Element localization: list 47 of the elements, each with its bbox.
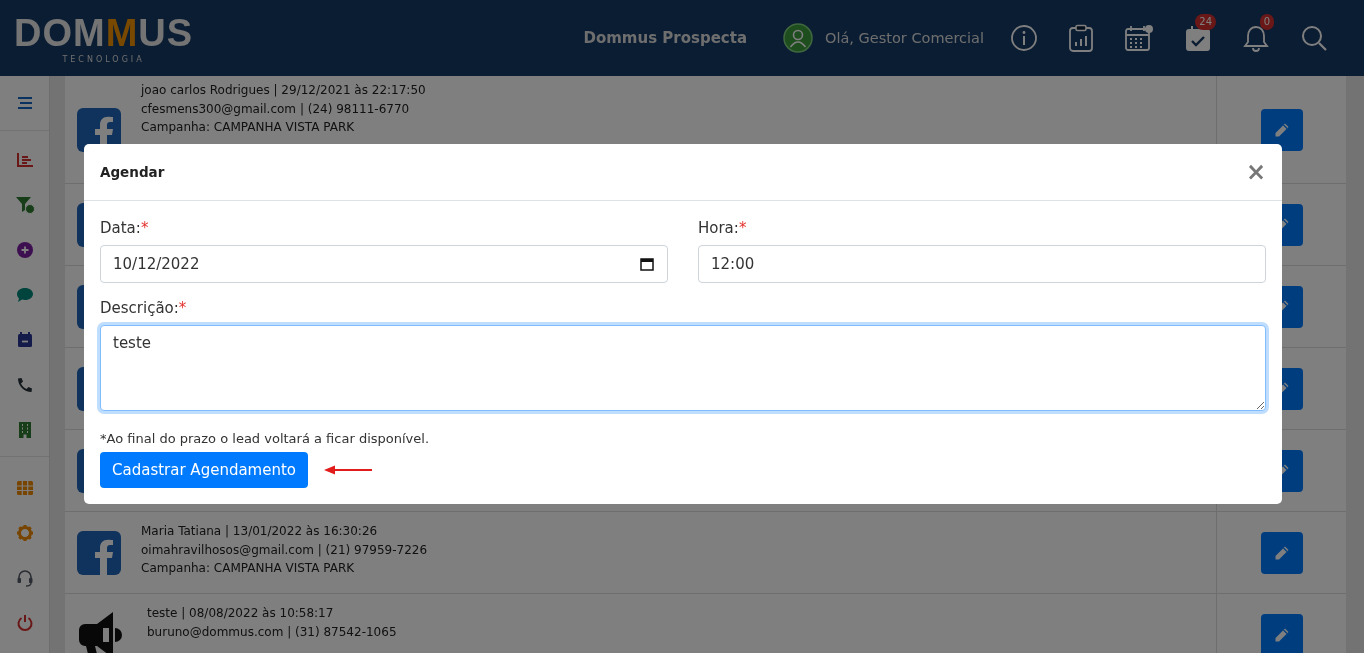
lead-info-text: oimahravilhosos@gmail.com | (21) 97959-7226 bbox=[141, 541, 428, 559]
headset-icon[interactable] bbox=[15, 568, 34, 587]
count-badge: 0 bbox=[1259, 14, 1274, 30]
field-label: Descrição:* bbox=[100, 299, 188, 317]
bar-chart-icon[interactable] bbox=[15, 151, 34, 168]
date-field[interactable]: 10/12/2022 bbox=[100, 245, 668, 283]
info-icon[interactable] bbox=[1010, 24, 1038, 52]
edit-button[interactable] bbox=[1260, 108, 1303, 151]
time-field[interactable]: 12:00 bbox=[698, 245, 1266, 283]
calendar-icon[interactable] bbox=[640, 257, 654, 271]
arrow-annotation bbox=[324, 465, 372, 475]
lead-info-text: cfesmens300@gmail.com | (24) 98111-6770 bbox=[141, 100, 411, 118]
building-icon[interactable] bbox=[17, 421, 32, 438]
calendar-check-icon[interactable] bbox=[1184, 24, 1212, 52]
logo[interactable]: DOMMUS TECNOLOGIA bbox=[14, 12, 194, 64]
field-label: Data:* bbox=[100, 219, 150, 237]
facebook-icon bbox=[77, 530, 121, 575]
add-icon[interactable] bbox=[16, 241, 33, 258]
description-field[interactable]: teste bbox=[100, 325, 1266, 411]
lead-info-text: buruno@dommus.com | (31) 87542-1065 bbox=[147, 623, 397, 641]
lead-info-text: Maria Tatiana | 13/01/2022 às 16:30:26 bbox=[141, 523, 379, 540]
submit-button[interactable]: Cadastrar Agendamento bbox=[100, 452, 308, 488]
pencil-icon bbox=[1273, 121, 1290, 138]
table-icon[interactable] bbox=[16, 480, 33, 495]
count-badge: 24 bbox=[1195, 14, 1216, 30]
chat-icon[interactable] bbox=[15, 286, 34, 303]
dialog-title: Agendar bbox=[100, 164, 165, 180]
bell-icon[interactable] bbox=[1242, 24, 1270, 52]
lead-info-text: joao carlos Rodrigues | 29/12/2021 às 22:17:50 bbox=[141, 82, 426, 99]
app-name: Dommus Prospecta bbox=[583, 29, 747, 47]
user-greeting: Olá, Gestor Comercial bbox=[825, 30, 984, 46]
clipboard-chart-icon[interactable] bbox=[1068, 24, 1094, 52]
phone-icon[interactable] bbox=[16, 376, 33, 393]
pencil-icon bbox=[1273, 544, 1290, 561]
menu-icon[interactable] bbox=[15, 95, 34, 111]
field-label: Hora:* bbox=[698, 219, 748, 237]
lead-info-text: Campanha: CAMPANHA VISTA PARK bbox=[141, 119, 356, 136]
note-text: *Ao final do prazo o lead voltará a ficar disponível. bbox=[100, 431, 431, 446]
power-icon[interactable] bbox=[16, 614, 33, 631]
settings-icon[interactable] bbox=[16, 524, 33, 541]
avatar-icon[interactable] bbox=[783, 23, 813, 53]
close-button[interactable]: × bbox=[1245, 160, 1266, 184]
lead-info-text: Campanha: CAMPANHA VISTA PARK bbox=[141, 560, 356, 577]
search-icon[interactable] bbox=[1300, 24, 1328, 52]
funnel-icon[interactable] bbox=[14, 195, 35, 214]
lead-info-text: teste | 08/08/2022 às 10:58:17 bbox=[147, 605, 335, 622]
pencil-icon bbox=[1273, 626, 1290, 643]
